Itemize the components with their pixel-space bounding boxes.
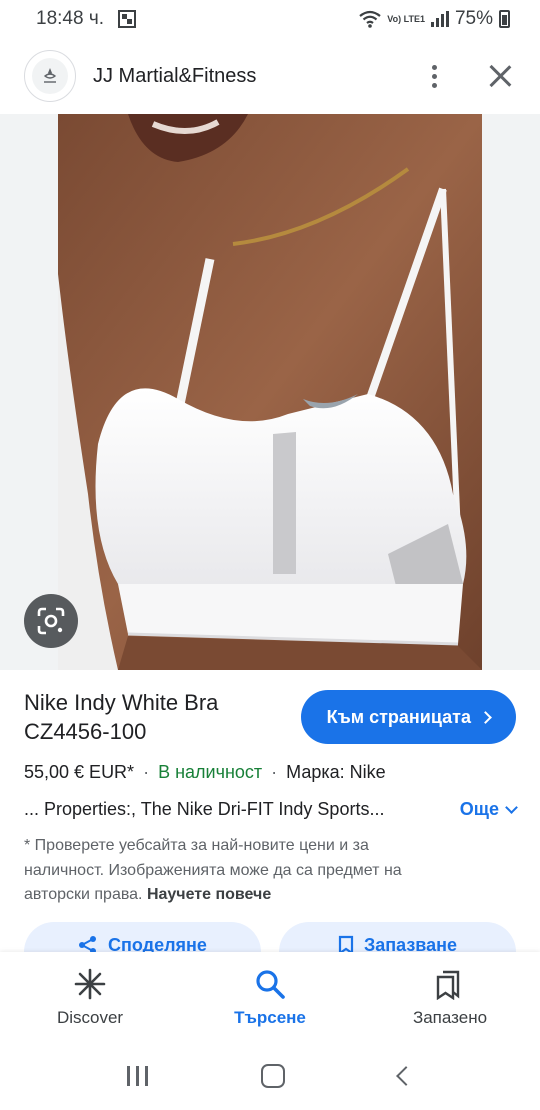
separator-dot: · (143, 762, 150, 782)
product-description: ... Properties:, The Nike Dri-FIT Indy S… (24, 799, 385, 819)
product-price: 55,00 € EUR* (24, 762, 135, 782)
more-vert-icon[interactable] (424, 64, 444, 88)
site-avatar[interactable] (24, 50, 76, 102)
product-info: Nike Indy White Bra CZ4456-100 Към стран… (0, 670, 540, 908)
wifi-icon (359, 10, 381, 28)
chevron-right-icon (479, 710, 492, 724)
disclaimer: * Проверете уебсайта за най-новите цени … (0, 820, 470, 908)
nav-search[interactable]: Търсене (180, 952, 360, 1042)
status-time: 18:48 ч. (36, 8, 105, 29)
result-header: JJ Martial&Fitness (0, 38, 540, 114)
product-title: Nike Indy White Bra CZ4456-100 (24, 690, 219, 744)
saved-icon (436, 970, 460, 1000)
more-link[interactable]: Още (459, 799, 518, 820)
jj-logo-icon (32, 58, 68, 94)
system-nav-bar (0, 1042, 540, 1110)
visit-page-label: Към страницата (326, 706, 471, 727)
visit-page-button[interactable]: Към страницата (300, 690, 516, 744)
google-lens-button[interactable] (24, 594, 78, 648)
nav-discover[interactable]: Discover (0, 952, 180, 1042)
nav-search-label: Търсене (234, 1008, 306, 1027)
search-icon (256, 970, 285, 999)
close-icon[interactable] (488, 64, 512, 88)
nav-saved-label: Запазено (412, 1008, 488, 1027)
back-icon[interactable] (396, 1066, 417, 1086)
site-name[interactable]: JJ Martial&Fitness (93, 65, 256, 88)
lens-icon (37, 607, 65, 635)
home-icon[interactable] (261, 1064, 286, 1088)
signal-icon (430, 11, 449, 27)
nav-discover-label: Discover (56, 1008, 124, 1027)
volte-indicator: Vo) LTE1 (387, 13, 425, 24)
product-photo (58, 114, 482, 670)
nav-saved[interactable]: Запазено (360, 952, 540, 1042)
more-link-label: Още (459, 799, 499, 819)
discover-icon (74, 968, 106, 1000)
battery-icon (499, 10, 510, 28)
stock-status: В наличност (158, 762, 263, 782)
status-bar: 18:48 ч. Vo) LTE1 75% (0, 0, 540, 38)
product-image-area[interactable] (0, 114, 540, 670)
qr-code-icon (118, 10, 137, 28)
recents-icon[interactable] (126, 1066, 148, 1086)
chevron-down-icon (505, 800, 518, 814)
separator-dot: · (271, 762, 278, 782)
bottom-nav: Discover Търсене Запазено (0, 952, 540, 1042)
learn-more-link[interactable]: Научете повече (147, 886, 271, 903)
battery-percent: 75% (454, 8, 493, 29)
product-brand: Марка: Nike (286, 762, 386, 782)
